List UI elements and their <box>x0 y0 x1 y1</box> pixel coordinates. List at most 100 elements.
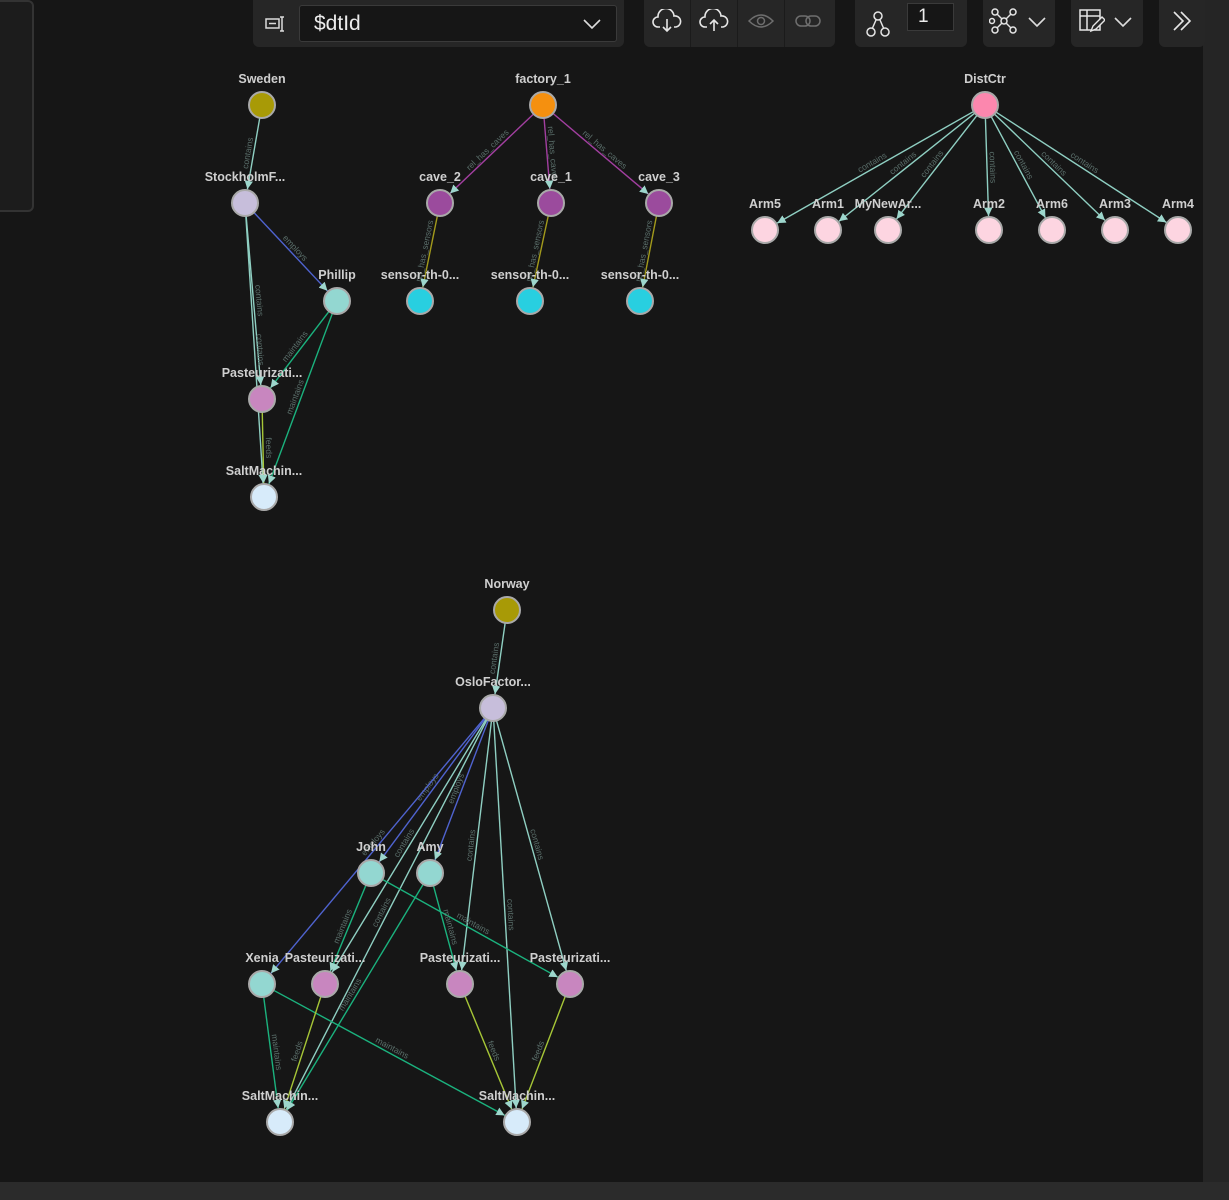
node-label: factory_1 <box>515 72 571 86</box>
edge-label: employs <box>281 233 310 263</box>
node-label: Arm6 <box>1036 197 1068 211</box>
node-label: SaltMachin... <box>226 464 302 478</box>
graph-node[interactable]: DistCtr <box>964 72 1006 119</box>
graph-node[interactable]: Phillip <box>318 268 356 315</box>
edge-label: maintains <box>270 1034 285 1071</box>
node-circle[interactable] <box>248 91 276 119</box>
node-circle[interactable] <box>311 970 339 998</box>
node-circle[interactable] <box>971 91 999 119</box>
double-chevron-right-icon <box>1170 10 1194 37</box>
graph-node[interactable]: cave_3 <box>638 170 680 217</box>
graph-node[interactable]: sensor-th-0... <box>491 268 570 315</box>
graph-node[interactable]: SaltMachin... <box>242 1089 318 1136</box>
graph-node[interactable]: SaltMachin... <box>479 1089 555 1136</box>
node-circle[interactable] <box>814 216 842 244</box>
node-label: Sweden <box>238 72 285 86</box>
graph-node[interactable]: SaltMachin... <box>226 464 302 511</box>
twin-graph-canvas[interactable]: contains employs contains contains maintains… <box>0 0 1203 1182</box>
graph-node[interactable]: sensor-th-0... <box>381 268 460 315</box>
node-circle[interactable] <box>751 216 779 244</box>
graph-node[interactable]: Norway <box>484 577 530 624</box>
graph-edge[interactable] <box>449 113 535 194</box>
chevron-down-icon <box>582 12 602 36</box>
edge-label: contains <box>987 151 998 183</box>
chevron-down-icon[interactable] <box>1113 15 1133 33</box>
graph-node[interactable]: cave_1 <box>530 170 572 217</box>
graph-node[interactable]: OsloFactor... <box>455 675 531 722</box>
node-circle[interactable] <box>556 970 584 998</box>
table-view-group[interactable] <box>1071 0 1143 47</box>
graph-node[interactable]: Xenia <box>245 951 280 998</box>
node-label: sensor-th-0... <box>381 268 460 282</box>
graph-node[interactable]: Pasteurizati... <box>420 951 501 998</box>
node-circle[interactable] <box>266 1108 294 1136</box>
node-circle[interactable] <box>1101 216 1129 244</box>
node-circle[interactable] <box>406 287 434 315</box>
property-select-group: $dtId <box>253 0 624 47</box>
graph-edge[interactable] <box>286 883 424 1111</box>
graph-node[interactable]: Sweden <box>238 72 286 119</box>
view-button[interactable] <box>738 0 785 47</box>
graph-node[interactable]: Arm6 <box>1036 197 1068 244</box>
node-label: cave_3 <box>638 170 680 184</box>
node-circle[interactable] <box>416 859 444 887</box>
node-circle[interactable] <box>626 287 654 315</box>
graph-node[interactable]: Arm1 <box>812 197 844 244</box>
graph-node[interactable]: John <box>356 840 386 887</box>
chevron-down-icon[interactable] <box>1027 15 1047 33</box>
node-label: sensor-th-0... <box>491 268 570 282</box>
node-circle[interactable] <box>250 483 278 511</box>
node-circle[interactable] <box>446 970 474 998</box>
node-label: SaltMachin... <box>242 1089 318 1103</box>
node-circle[interactable] <box>479 694 507 722</box>
eye-icon <box>747 11 775 36</box>
table-edit-icon[interactable] <box>1077 7 1106 40</box>
graph-node[interactable]: MyNewAr... <box>855 197 922 244</box>
node-circle[interactable] <box>493 596 521 624</box>
graph-node[interactable]: Amy <box>416 840 444 887</box>
right-scroll-gutter[interactable] <box>1203 0 1229 1182</box>
node-circle[interactable] <box>537 189 565 217</box>
node-circle[interactable] <box>357 859 385 887</box>
edge-label: contains <box>887 149 918 177</box>
node-circle[interactable] <box>529 91 557 119</box>
node-circle[interactable] <box>874 216 902 244</box>
layout-group[interactable] <box>983 0 1055 47</box>
node-label: StockholmF... <box>205 170 286 184</box>
node-circle[interactable] <box>323 287 351 315</box>
node-circle[interactable] <box>645 189 673 217</box>
graph-edge[interactable] <box>253 211 328 292</box>
export-graph-button[interactable] <box>691 0 738 47</box>
graph-expand-icon[interactable] <box>863 10 893 38</box>
link-button[interactable] <box>785 0 831 47</box>
graph-node[interactable]: factory_1 <box>515 72 571 119</box>
node-circle[interactable] <box>516 287 544 315</box>
display-property-select[interactable]: $dtId <box>299 5 617 42</box>
bottom-scrollbar[interactable] <box>0 1182 1229 1200</box>
edge-label: employs <box>446 772 467 805</box>
collapse-panel-button[interactable] <box>1159 0 1205 47</box>
node-circle[interactable] <box>426 189 454 217</box>
node-circle[interactable] <box>503 1108 531 1136</box>
graph-node[interactable]: Arm4 <box>1162 197 1194 244</box>
edge-label: feeds <box>264 437 274 458</box>
node-circle[interactable] <box>231 189 259 217</box>
graph-node[interactable]: sensor-th-0... <box>601 268 680 315</box>
graph-node[interactable]: StockholmF... <box>205 170 286 217</box>
node-circle[interactable] <box>1038 216 1066 244</box>
graph-edge[interactable] <box>495 720 569 971</box>
edge-label: maintains <box>284 378 306 416</box>
node-label: Arm1 <box>812 197 844 211</box>
expansion-depth-input[interactable]: 1 <box>907 2 954 31</box>
node-circle[interactable] <box>975 216 1003 244</box>
graph-node[interactable]: cave_2 <box>419 170 461 217</box>
graph-node[interactable]: Arm5 <box>749 197 781 244</box>
edge-label: contains <box>369 896 392 929</box>
graph-node[interactable]: Arm2 <box>973 197 1005 244</box>
node-circle[interactable] <box>248 385 276 413</box>
node-circle[interactable] <box>248 970 276 998</box>
node-circle[interactable] <box>1164 216 1192 244</box>
graph-layout-icon[interactable] <box>988 7 1019 40</box>
graph-node[interactable]: Pasteurizati... <box>530 951 611 998</box>
import-graph-button[interactable] <box>644 0 691 47</box>
